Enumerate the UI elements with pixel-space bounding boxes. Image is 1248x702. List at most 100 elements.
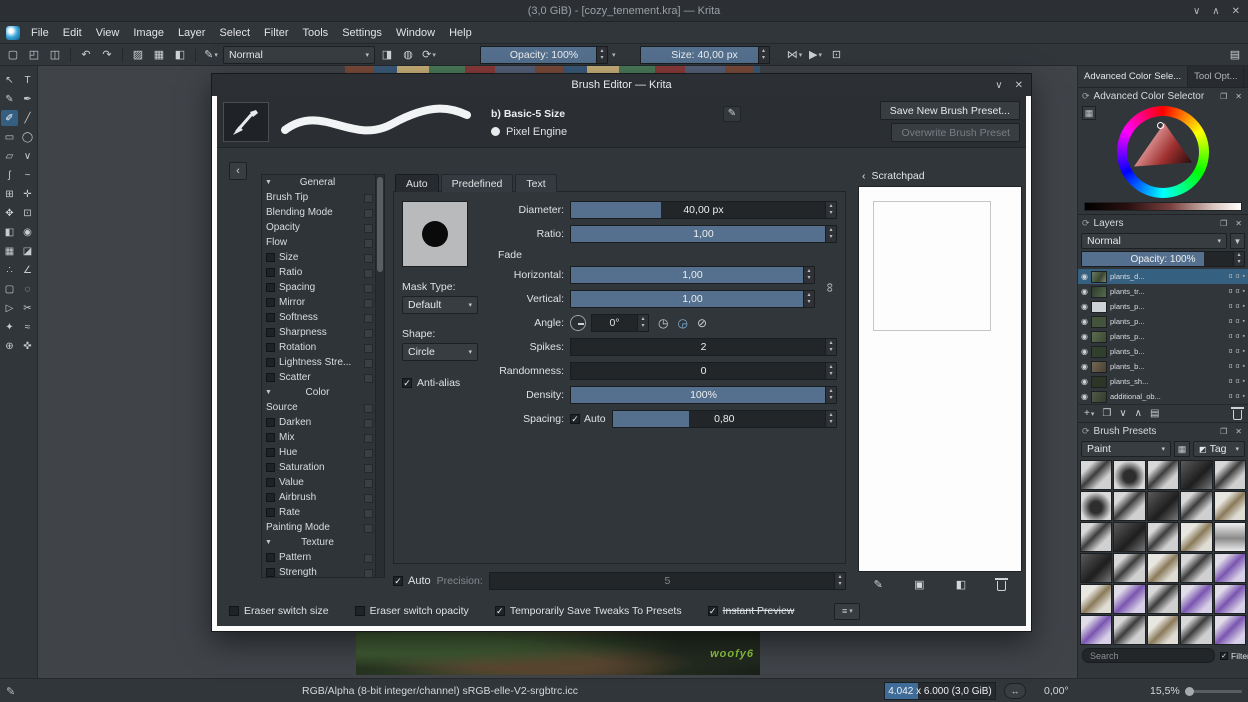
fg-bg-colors-icon[interactable]: ◧ [171, 46, 189, 64]
layer-blend-mode-select[interactable]: Normal ▾ [1081, 233, 1227, 249]
layer-filter-icon[interactable]: ▼ [1230, 233, 1245, 249]
gradient-chooser-icon[interactable]: ▨ [129, 46, 147, 64]
brush-preset-thumbnail[interactable] [1113, 522, 1146, 552]
canvas-rotation-reset-button[interactable]: ↔ [1004, 683, 1026, 699]
menu-item[interactable]: Select [212, 22, 257, 44]
brush-preset-thumbnail[interactable] [1146, 553, 1180, 583]
brush-preset-thumbnail[interactable] [1213, 584, 1246, 614]
layer-row[interactable]: ◉ plants_p... ɑ α ▪ [1078, 299, 1248, 314]
dialog-titlebar[interactable]: Brush Editor — Krita ∨ ✕ [212, 74, 1031, 96]
layer-lock-icon[interactable]: ▪ [1243, 393, 1245, 400]
layer-row[interactable]: ◉ plants_p... ɑ α ▪ [1078, 314, 1248, 329]
option-checkbox[interactable] [266, 268, 275, 277]
save-tweaks-checkbox[interactable]: Temporarily Save Tweaks To Presets [494, 605, 682, 617]
brush-option-row[interactable]: Mix [262, 430, 375, 445]
brush-option-row[interactable]: General [262, 175, 375, 190]
brush-option-row[interactable]: Rate [262, 505, 375, 520]
brush-preset-thumbnail[interactable] [1113, 615, 1146, 645]
brush-preset-thumbnail[interactable] [1080, 460, 1113, 490]
select-shapes-tool[interactable]: ↖ [1, 72, 18, 88]
menu-item[interactable]: Filter [257, 22, 295, 44]
option-checkbox[interactable] [266, 433, 275, 442]
preset-display-icon[interactable]: ▦ [1174, 441, 1190, 457]
open-document-icon[interactable]: ◰ [25, 46, 43, 64]
brush-preset-thumbnail[interactable] [1146, 522, 1180, 552]
undo-icon[interactable]: ↶ [77, 46, 95, 64]
angle-spinbox[interactable]: 0° [591, 314, 649, 332]
rotate-ccw-icon[interactable]: ◶ [677, 316, 687, 330]
brush-option-row[interactable]: Opacity [262, 220, 375, 235]
brush-preset-thumbnail[interactable] [1113, 491, 1146, 521]
scratchpad-fill-icon[interactable]: ◧ [956, 578, 966, 591]
scratchpad-canvas[interactable] [858, 186, 1022, 572]
close-dialog-icon[interactable]: ✕ [1015, 80, 1023, 91]
option-checkbox[interactable] [266, 418, 275, 427]
zoom-slider[interactable] [1190, 690, 1242, 693]
spacing-auto-checkbox[interactable]: Auto [570, 413, 606, 425]
preset-view-select[interactable]: Paint ▾ [1081, 441, 1171, 457]
antialias-checkbox[interactable]: Anti-alias [402, 377, 488, 389]
brush-preset-chooser-icon[interactable]: ✎ ▾ [202, 46, 220, 64]
options-scrollbar[interactable] [375, 175, 384, 577]
brush-preset-thumbnail[interactable] [1113, 460, 1146, 490]
brush-option-row[interactable]: Texture [262, 535, 375, 550]
layer-lock-icon[interactable]: ▪ [1243, 288, 1245, 295]
layer-row[interactable]: ◉ plants_b... ɑ α ▪ [1078, 359, 1248, 374]
layer-lock-icon[interactable]: ▪ [1243, 378, 1245, 385]
float-docker-icon[interactable]: ❐ [1218, 92, 1229, 101]
brush-option-row[interactable]: Flow [262, 235, 375, 250]
randomness-slider[interactable]: 0 [570, 362, 837, 380]
inherit-alpha-icon[interactable]: ɑ [1229, 393, 1233, 400]
float-docker-icon[interactable]: ❐ [1218, 219, 1229, 228]
menu-item[interactable]: Settings [335, 22, 389, 44]
inherit-alpha-icon[interactable]: ɑ [1229, 348, 1233, 355]
brush-preset-thumbnail[interactable] [1180, 460, 1213, 490]
brush-option-row[interactable]: Value [262, 475, 375, 490]
collapse-options-button[interactable]: ‹ [229, 162, 247, 180]
move-layer-down-button[interactable]: ∨ [1119, 408, 1126, 419]
brush-preset-thumbnail[interactable] [1146, 584, 1180, 614]
alpha-lock-icon[interactable]: α [1235, 273, 1239, 280]
visibility-eye-icon[interactable]: ◉ [1081, 377, 1088, 386]
layer-row[interactable]: ◉ plants_tr... ɑ α ▪ [1078, 284, 1248, 299]
layer-row[interactable]: ◉ additional_ob... ɑ α ▪ [1078, 389, 1248, 404]
option-checkbox[interactable] [266, 463, 275, 472]
menu-item[interactable]: Help [442, 22, 479, 44]
option-checkbox[interactable] [266, 253, 275, 262]
option-checkbox[interactable] [266, 343, 275, 352]
preserve-alpha-icon[interactable]: ◍ [399, 46, 417, 64]
shape-select[interactable]: Circle ▾ [402, 343, 478, 361]
brush-preset-thumbnail[interactable] [1213, 615, 1246, 645]
brush-preset-thumbnail[interactable] [1180, 584, 1213, 614]
brush-option-row[interactable]: Ratio [262, 265, 375, 280]
rectangle-tool[interactable]: ▭ [1, 129, 18, 145]
dynamic-brush-tool[interactable]: ~ [19, 167, 36, 183]
brush-preset-thumbnail[interactable] [1113, 553, 1146, 583]
spinner-arrows[interactable] [825, 226, 836, 242]
brush-option-row[interactable]: Saturation [262, 460, 375, 475]
option-checkbox[interactable] [266, 373, 275, 382]
alpha-lock-icon[interactable]: α [1235, 333, 1239, 340]
brush-option-row[interactable]: Strength [262, 565, 375, 577]
save-new-preset-button[interactable]: Save New Brush Preset... [879, 101, 1020, 120]
layer-lock-icon[interactable]: ▪ [1243, 363, 1245, 370]
visibility-eye-icon[interactable]: ◉ [1081, 392, 1088, 401]
brush-preset-thumbnail[interactable] [1113, 584, 1146, 614]
spinner-arrows[interactable] [757, 46, 769, 63]
engine-radio[interactable] [491, 127, 500, 136]
close-icon[interactable]: ✕ [1232, 6, 1240, 17]
reload-preset-icon[interactable]: ⟳ ▾ [420, 46, 438, 64]
visibility-eye-icon[interactable]: ◉ [1081, 272, 1088, 281]
inherit-alpha-icon[interactable]: ɑ [1229, 363, 1233, 370]
brush-option-row[interactable]: Painting Mode [262, 520, 375, 535]
alpha-lock-icon[interactable]: α [1235, 348, 1239, 355]
instant-preview-checkbox[interactable]: Instant Preview [707, 605, 794, 617]
pattern-chooser-icon[interactable]: ▦ [150, 46, 168, 64]
multibrush-tool[interactable]: ⊞ [1, 186, 18, 202]
brush-preset-thumbnail[interactable] [1146, 615, 1180, 645]
brush-option-row[interactable]: Blending Mode [262, 205, 375, 220]
option-checkbox[interactable] [266, 493, 275, 502]
layer-lock-icon[interactable]: ▪ [1243, 273, 1245, 280]
measure-tool[interactable]: ∠ [19, 262, 36, 278]
brush-preset-thumbnail[interactable] [1213, 491, 1246, 521]
